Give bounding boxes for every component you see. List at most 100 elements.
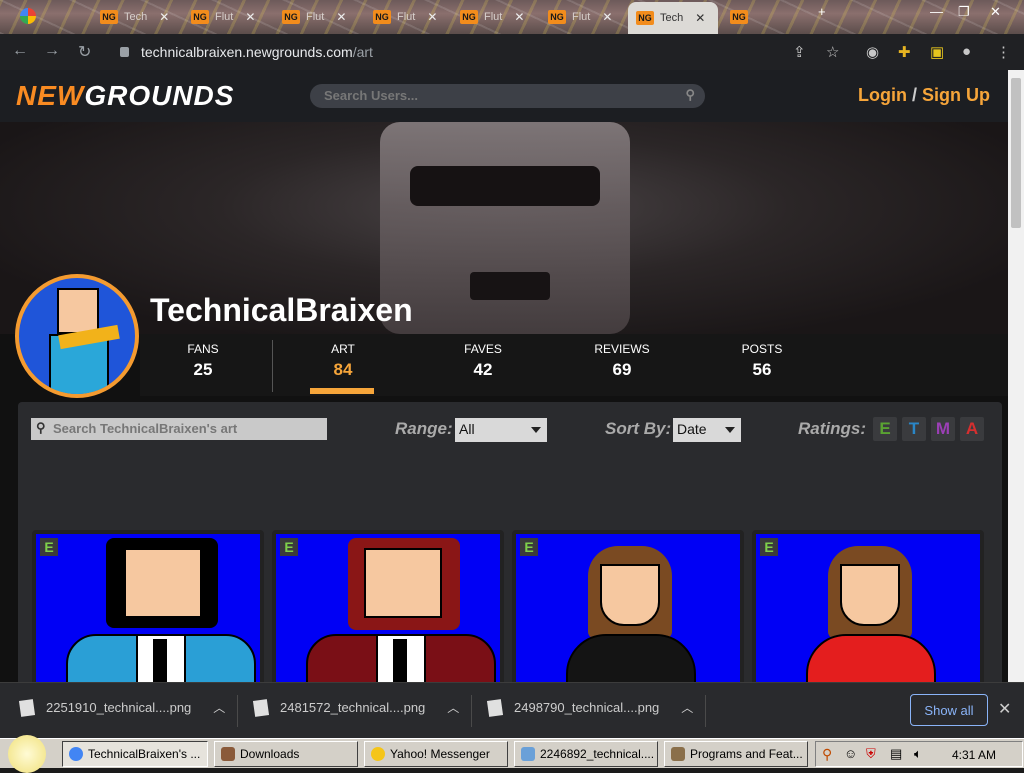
newgrounds-favicon-icon: NG bbox=[100, 10, 118, 24]
folder-icon bbox=[221, 747, 235, 761]
new-tab-icon[interactable]: + bbox=[818, 4, 826, 19]
tab-close-icon[interactable]: ✕ bbox=[514, 10, 524, 24]
rating-e-toggle[interactable]: E bbox=[873, 417, 897, 441]
art-card[interactable]: E bbox=[752, 530, 984, 682]
rating-badge: E bbox=[520, 538, 538, 556]
restore-icon[interactable]: ❐ bbox=[958, 4, 970, 20]
lock-icon[interactable] bbox=[120, 47, 129, 57]
smiley-icon bbox=[371, 747, 385, 761]
close-window-icon[interactable]: ✕ bbox=[990, 4, 1001, 20]
extensions-puzzle-icon[interactable]: ✚ bbox=[898, 43, 911, 61]
google-icon[interactable] bbox=[20, 8, 36, 24]
tab-2[interactable]: NG Flut ✕ bbox=[274, 4, 354, 30]
newgrounds-favicon-icon: NG bbox=[730, 10, 748, 24]
search-icon: ⚲ bbox=[36, 420, 46, 435]
download-item[interactable]: 2498790_technical....png ︿ bbox=[486, 698, 693, 717]
art-face bbox=[600, 564, 660, 626]
art-card[interactable]: E bbox=[32, 530, 264, 682]
stat-fans[interactable]: FANS 25 bbox=[158, 342, 248, 380]
newgrounds-favicon-icon: NG bbox=[282, 10, 300, 24]
tab-close-icon[interactable]: ✕ bbox=[602, 10, 612, 24]
back-arrow-icon[interactable]: ← bbox=[12, 42, 28, 60]
reload-icon[interactable]: ↻ bbox=[78, 42, 91, 62]
art-search-input[interactable]: ⚲ Search TechnicalBraixen's art bbox=[31, 418, 327, 440]
share-icon[interactable]: ⇪ bbox=[793, 43, 806, 61]
chrome-icon bbox=[69, 747, 83, 761]
chevron-up-icon[interactable]: ︿ bbox=[213, 699, 225, 716]
taskbar-item-yahoo[interactable]: Yahoo! Messenger bbox=[364, 741, 508, 767]
sort-select[interactable]: Date bbox=[673, 418, 741, 442]
stat-posts[interactable]: POSTS 56 bbox=[717, 342, 807, 380]
tab-close-icon[interactable]: ✕ bbox=[427, 10, 437, 24]
start-button[interactable] bbox=[8, 735, 46, 773]
forward-arrow-icon[interactable]: → bbox=[44, 42, 60, 60]
chevron-up-icon[interactable]: ︿ bbox=[447, 699, 459, 716]
rating-a-toggle[interactable]: A bbox=[960, 417, 984, 441]
art-top bbox=[806, 634, 936, 682]
taskbar-item-chrome[interactable]: TechnicalBraixen's ... bbox=[62, 741, 208, 767]
url-path: /art bbox=[352, 44, 373, 60]
minimize-icon[interactable]: — bbox=[930, 4, 943, 19]
tab-7[interactable]: NG bbox=[722, 4, 756, 30]
newgrounds-logo[interactable]: NEWGROUNDS bbox=[16, 80, 234, 112]
control-panel-icon bbox=[671, 747, 685, 761]
side-panel-icon[interactable]: ▣ bbox=[930, 43, 944, 61]
volume-icon[interactable]: 🔈︎ bbox=[914, 746, 922, 762]
stat-faves[interactable]: FAVES 42 bbox=[438, 342, 528, 380]
rating-m-toggle[interactable]: M bbox=[931, 417, 955, 441]
download-item[interactable]: 2481572_technical....png ︿ bbox=[252, 698, 459, 717]
signup-link[interactable]: Sign Up bbox=[922, 85, 990, 105]
url-bar[interactable]: technicalbraixen.newgrounds.com/art bbox=[110, 38, 850, 66]
art-tie bbox=[153, 639, 167, 682]
system-tray: ⚲ ☺ ⛨ ▤ 🔈︎ 4:31 AM bbox=[815, 741, 1023, 767]
taskbar-item-image[interactable]: 2246892_technical.... bbox=[514, 741, 658, 767]
art-face bbox=[364, 548, 442, 618]
banner-mouth bbox=[470, 272, 550, 300]
art-card[interactable]: E bbox=[512, 530, 744, 682]
close-icon[interactable]: ✕ bbox=[998, 699, 1011, 719]
smiley-icon[interactable]: ☺ bbox=[844, 746, 857, 761]
chrome-menu-icon[interactable]: ⋮ bbox=[996, 43, 1011, 61]
taskbar-item-programs[interactable]: Programs and Feat... bbox=[664, 741, 808, 767]
login-link[interactable]: Login bbox=[858, 85, 907, 105]
page-scrollbar[interactable] bbox=[1008, 70, 1024, 682]
network-icon[interactable]: ▤ bbox=[890, 746, 902, 762]
tab-close-icon[interactable]: ✕ bbox=[159, 10, 169, 24]
taskbar-item-downloads[interactable]: Downloads bbox=[214, 741, 358, 767]
tab-5[interactable]: NG Flut ✕ bbox=[540, 4, 620, 30]
search-icon[interactable]: ⚲ bbox=[685, 87, 695, 103]
tab-1[interactable]: NG Flut ✕ bbox=[183, 4, 263, 30]
scrollbar-thumb[interactable] bbox=[1011, 78, 1021, 228]
tab-active[interactable]: NG Tech ✕ bbox=[628, 2, 718, 34]
tab-0[interactable]: NG Tech ✕ bbox=[92, 4, 177, 30]
show-all-button[interactable]: Show all bbox=[910, 694, 988, 726]
chevron-down-icon bbox=[531, 427, 541, 433]
user-search-input[interactable]: Search Users... ⚲ bbox=[310, 84, 705, 108]
search-icon[interactable]: ⚲ bbox=[822, 746, 832, 763]
extension-flag-icon[interactable]: ◉ bbox=[866, 43, 879, 61]
art-gallery: ⚲ Search TechnicalBraixen's art Range: A… bbox=[18, 402, 1002, 682]
profile-avatar[interactable] bbox=[15, 274, 139, 398]
clock[interactable]: 4:31 AM bbox=[952, 748, 996, 762]
tab-close-icon[interactable]: ✕ bbox=[336, 10, 346, 24]
range-select[interactable]: All bbox=[455, 418, 547, 442]
stat-reviews[interactable]: REVIEWS 69 bbox=[577, 342, 667, 380]
profile-avatar-icon[interactable]: ● bbox=[962, 43, 971, 60]
art-card[interactable]: E bbox=[272, 530, 504, 682]
windows-taskbar: TechnicalBraixen's ... Downloads Yahoo! … bbox=[0, 735, 1024, 773]
stats-divider bbox=[272, 340, 273, 392]
tab-close-icon[interactable]: ✕ bbox=[245, 10, 255, 24]
security-icon[interactable]: ⛨ bbox=[866, 746, 876, 762]
tab-3[interactable]: NG Flut ✕ bbox=[365, 4, 445, 30]
tab-close-icon[interactable]: ✕ bbox=[695, 11, 705, 25]
bookmark-star-icon[interactable]: ☆ bbox=[826, 43, 839, 61]
rating-t-toggle[interactable]: T bbox=[902, 417, 926, 441]
tab-4[interactable]: NG Flut ✕ bbox=[452, 4, 532, 30]
divider bbox=[471, 695, 472, 727]
art-top bbox=[566, 634, 696, 682]
browser-tab-strip: NG Tech ✕ NG Flut ✕ NG Flut ✕ NG Flut ✕ NG Flut ✕ … bbox=[0, 0, 1024, 34]
download-item[interactable]: 2251910_technical....png ︿ bbox=[18, 698, 225, 717]
stat-art[interactable]: ART 84 bbox=[298, 342, 388, 394]
chevron-up-icon[interactable]: ︿ bbox=[681, 699, 693, 716]
art-tie bbox=[393, 639, 407, 682]
